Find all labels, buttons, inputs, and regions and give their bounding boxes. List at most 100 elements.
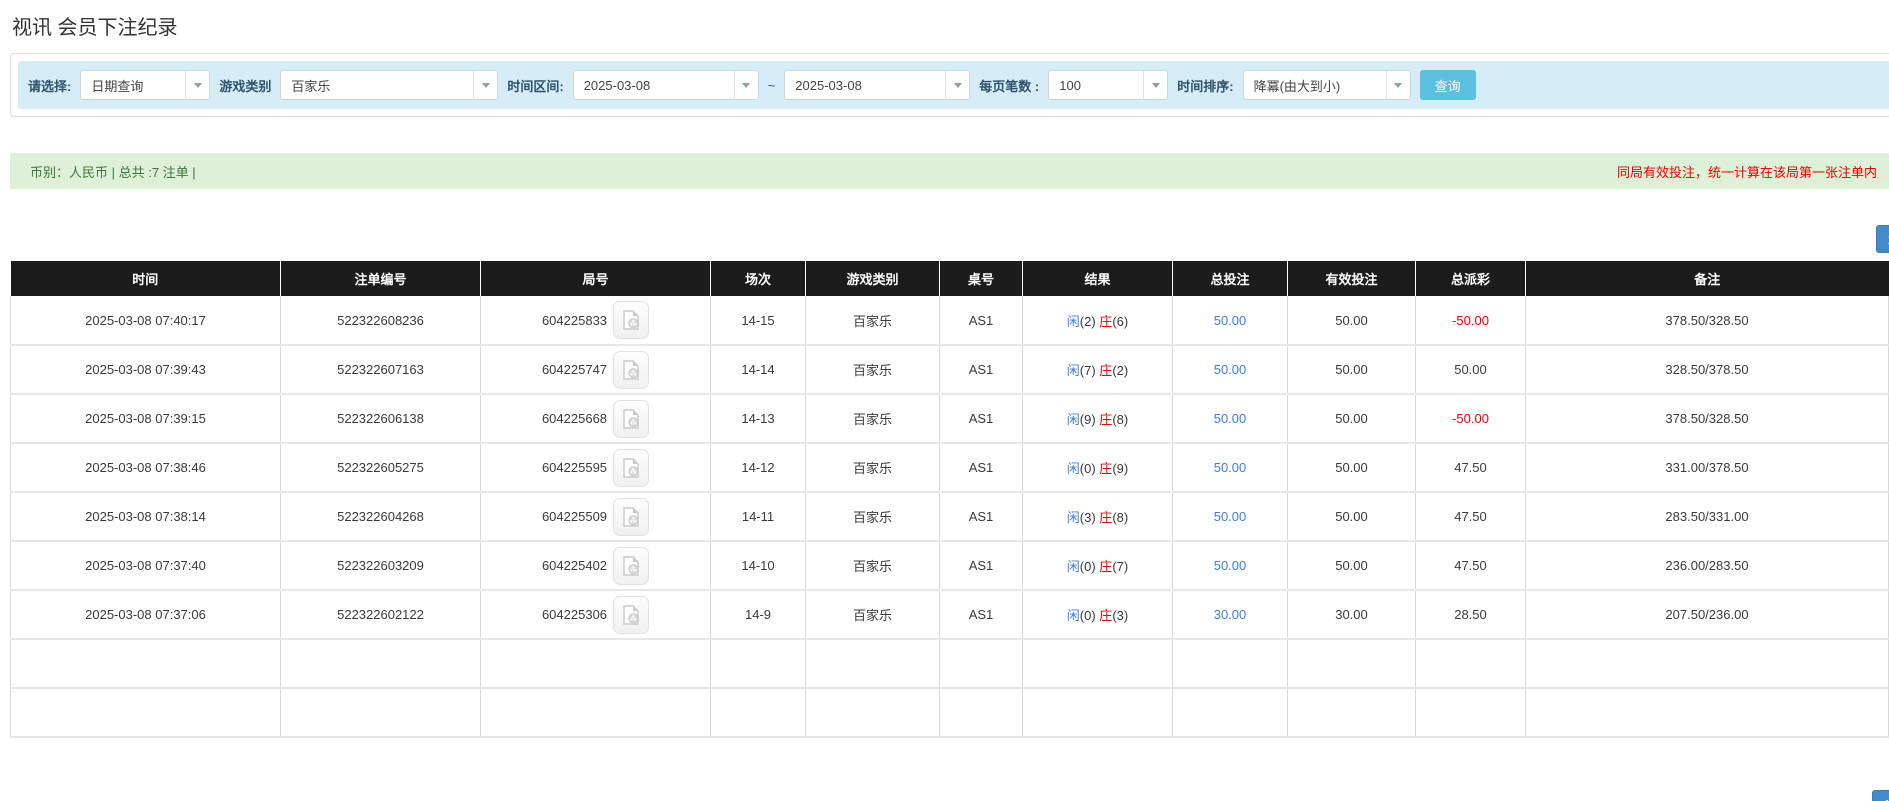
column-header: 注单编号 [280,261,481,296]
total-value: 330.00 [1172,638,1288,689]
total-value [710,687,806,738]
total-row-grand: 总计 7 330.00 330.00 121.00 [10,687,1889,738]
cell-bet-id: 522322607163 [280,345,481,395]
video-replay-button[interactable] [613,595,650,634]
cell-game-type: 百家乐 [805,443,940,493]
column-header: 时间 [10,261,281,296]
cell-remark: 207.50/236.00 [1525,590,1889,640]
game-type-dropdown[interactable]: 百家乐 [280,70,499,100]
video-record-icon [623,310,639,330]
time-range-label: 时间区间: [507,78,564,94]
round-id-text: 604225668 [541,411,608,426]
cell-game-type: 百家乐 [805,394,940,444]
cell-result: 闲(3) 庄(8) [1022,492,1173,542]
cell-table-no: AS1 [939,394,1023,444]
cell-round-id: 604225509 [480,492,711,542]
cell-round-id: 604225668 [480,394,711,444]
page-1-button[interactable]: 1 [1872,790,1889,801]
select-type-dropdown[interactable]: 日期查询 [80,70,211,100]
chevron-down-icon [473,71,498,99]
cell-bet-id: 522322608236 [280,296,481,346]
video-replay-button[interactable] [613,448,650,487]
cell-bet-id: 522322605275 [280,443,481,493]
cell-payout: 47.50 [1415,492,1526,542]
cell-result: 闲(9) 庄(8) [1022,394,1173,444]
total-value [1525,638,1889,689]
video-replay-button[interactable] [613,350,650,389]
cell-valid-bet: 50.00 [1287,541,1416,591]
cell-result: 闲(0) 庄(7) [1022,541,1173,591]
video-replay-button[interactable] [613,497,650,536]
video-replay-button[interactable] [613,546,650,585]
game-type-label: 游戏类别 [219,78,272,94]
total-value: 121.00 [1415,687,1526,738]
currency-summary-text: 币别：人民币 | 总共 :7 注单 | [30,164,196,180]
cell-total-bet: 50.00 [1172,492,1288,542]
result-banker: 庄 [1099,363,1113,378]
cell-total-bet: 50.00 [1172,296,1288,346]
video-record-icon [623,555,639,576]
result-banker: 庄 [1099,412,1113,427]
cell-total-bet: 30.00 [1172,590,1288,640]
date-to-value: 2025-03-08 [795,77,862,93]
cell-bet-id: 522322606138 [280,394,481,444]
video-replay-button[interactable] [613,301,650,339]
cell-table-no: AS1 [939,345,1023,395]
date-from-picker[interactable]: 2025-03-08 [572,70,759,100]
cell-session: 14-11 [710,492,806,542]
result-player: 闲 [1066,559,1080,574]
result-score: (0) [1079,461,1100,476]
round-id-text: 604225509 [541,509,608,524]
date-to-picker[interactable]: 2025-03-08 [784,70,971,100]
column-header: 桌号 [939,261,1023,296]
page-1-button[interactable]: 1 [1876,225,1889,253]
search-button[interactable]: 查询 [1419,70,1476,100]
select-type-label: 请选择: [28,78,72,94]
cell-time: 2025-03-08 07:39:43 [10,345,281,395]
total-value [480,638,711,689]
cell-bet-id: 522322603209 [280,541,481,591]
cell-game-type: 百家乐 [805,541,940,591]
date-range-separator: ~ [767,77,776,93]
filter-panel: 请选择: 日期查询 游戏类别 百家乐 时间区间: 2025-03-08 ~ 20… [10,53,1889,117]
video-record-icon [623,604,639,625]
cell-result: 闲(0) 庄(9) [1022,443,1173,493]
cell-payout: 50.00 [1415,345,1526,395]
page-title: 视讯 会员下注纪录 [12,17,178,39]
chevron-down-icon [185,71,210,99]
cell-game-type: 百家乐 [805,590,940,640]
chevron-down-icon [945,71,970,99]
table-row: 2025-03-08 07:37:40 522322603209 604225402… [10,541,1889,591]
table-header-row: 时间 注单编号 局号 场次 游戏类别 桌号 结果 总投注 有效投注 总派彩 备注 [10,261,1889,296]
select-type-value: 日期查询 [91,78,144,94]
page-size-dropdown[interactable]: 100 [1048,70,1169,100]
result-banker: 庄 [1099,461,1113,476]
sort-order-dropdown[interactable]: 降冪(由大到小) [1242,70,1411,100]
cell-remark: 331.00/378.50 [1525,443,1889,493]
table-row: 2025-03-08 07:37:06 522322602122 604225306… [10,590,1889,640]
cell-time: 2025-03-08 07:40:17 [10,296,281,346]
filter-bar: 请选择: 日期查询 游戏类别 百家乐 时间区间: 2025-03-08 ~ 20… [18,61,1889,109]
cell-result: 闲(7) 庄(2) [1022,345,1173,395]
result-score: (9) [1079,412,1100,427]
cell-result: 闲(0) 庄(3) [1022,590,1173,640]
result-banker: 庄 [1099,559,1113,574]
cell-total-bet: 50.00 [1172,443,1288,493]
table-body: 2025-03-08 07:40:17 522322608236 604225833… [10,296,1889,738]
total-value [939,687,1023,738]
cell-total-bet: 50.00 [1172,394,1288,444]
cell-session: 14-10 [710,541,806,591]
result-score: (9) [1112,461,1129,476]
video-replay-button[interactable] [613,399,650,438]
cell-remark: 378.50/328.50 [1525,394,1889,444]
total-value: 330.00 [1172,687,1288,738]
cell-payout: -50.00 [1415,394,1526,444]
pagination-top: 1 [0,225,1889,253]
column-header: 游戏类别 [805,261,940,296]
result-score: (2) [1079,313,1100,329]
cell-session: 14-15 [710,296,806,346]
result-player: 闲 [1066,412,1080,427]
page-size-value: 100 [1059,77,1081,93]
cell-total-bet: 50.00 [1172,345,1288,395]
total-value: 121.00 [1415,638,1526,689]
